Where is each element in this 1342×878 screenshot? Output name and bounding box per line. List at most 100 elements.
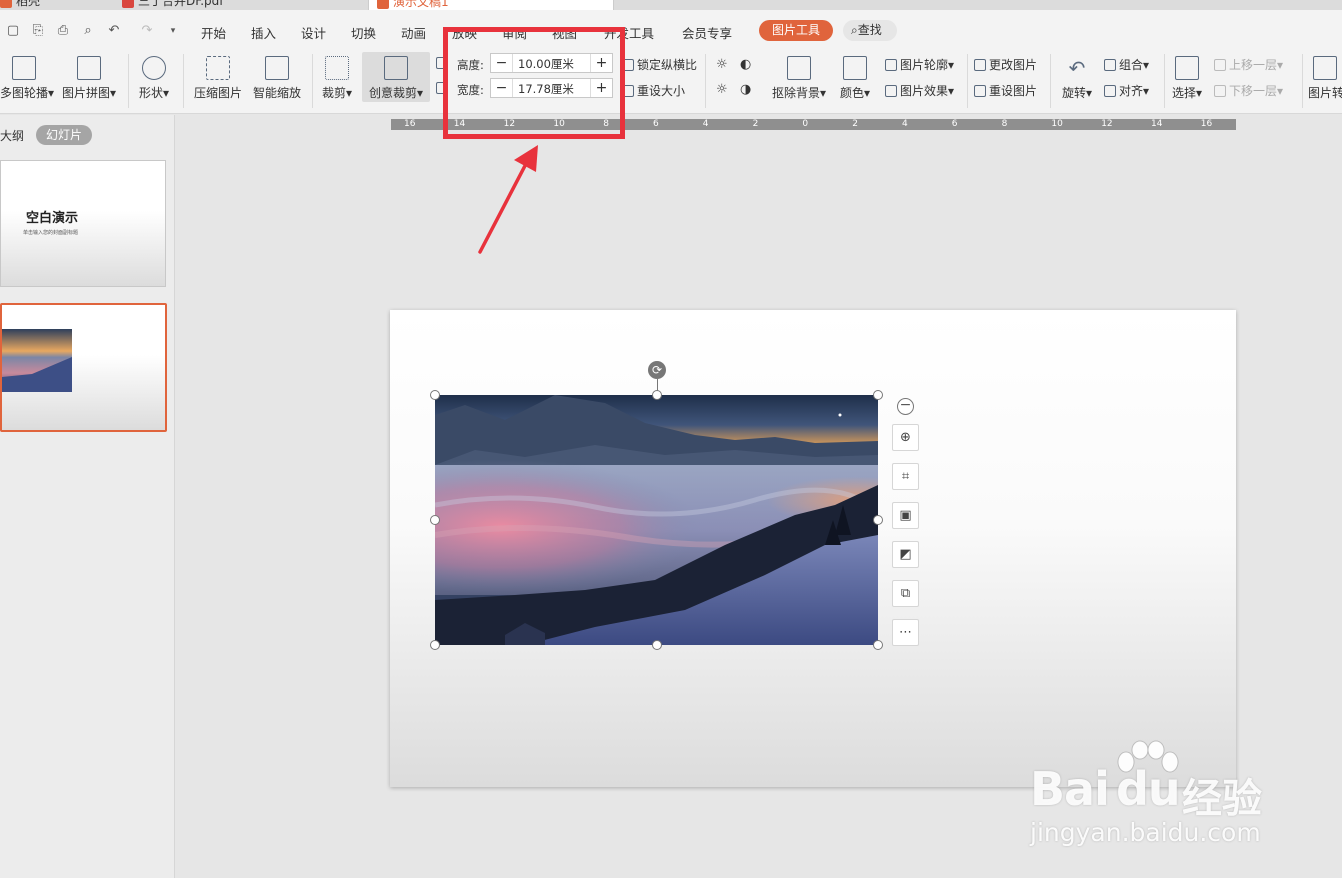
image-collage-button[interactable]: 图片拼图▾ [60,56,118,101]
creative-crop-button[interactable]: 创意裁剪▾ [362,52,430,102]
reset-size-button[interactable]: 重设大小 [622,82,685,99]
ruler-label: 4 [702,119,709,129]
slide1-title: 空白演示 [26,211,79,226]
ribbon-separator [705,54,706,108]
reset-picture-icon [974,85,986,97]
resize-handle-bottom[interactable] [652,640,662,650]
redo-icon[interactable]: ↷ [140,24,154,38]
bring-forward-button[interactable]: 上移一层▾ [1214,56,1283,73]
tab-presentation[interactable]: 演示文稿1 [368,0,614,10]
ribbon-separator [967,54,968,108]
ruler-label: 0 [802,119,809,129]
change-picture-button[interactable]: 更改图片 [974,56,1037,73]
tab-picture-tools[interactable]: 图片工具 [759,20,833,41]
send-backward-icon [1214,85,1226,97]
color-button[interactable]: 颜色▾ [836,56,874,101]
undo-icon[interactable]: ↶ [107,24,121,38]
picture-replace-icon[interactable]: ⧉ [892,580,919,607]
shape-icon [142,56,166,80]
collage-icon [77,56,101,80]
search-icon: ⌕ [851,23,858,37]
picture-tools-ribbon: 多图轮播▾ 图片拼图▾ 形状▾ 压缩图片 智能缩放 裁剪▾ 创意裁剪▾ 高度: … [0,50,1342,114]
outline-tab[interactable]: 大纲 [0,127,24,144]
picture-edit-icon[interactable]: ◩ [892,541,919,568]
tab-pdf-file[interactable]: 三丁合并DF.pdf [122,0,224,10]
picture-outline-button[interactable]: 图片轮廓▾ [885,56,954,73]
rotate-icon: ↶ [1068,56,1086,80]
ruler-label: 12 [1101,119,1113,129]
ribbon-separator [1050,54,1051,108]
ruler-label: 2 [752,119,759,129]
annotation-highlight-box [443,27,625,139]
menu-design[interactable]: 设计 [301,23,326,42]
lock-aspect-ratio-checkbox[interactable]: 锁定纵横比 [622,56,697,73]
export-icon[interactable]: ⎘ [31,24,45,38]
annotation-arrow [478,145,538,254]
remove-background-button[interactable]: 抠除背景▾ [768,56,830,101]
menu-bar: ▢ ⎘ ⎙ ⌕ ↶ ↷ ▾ 开始 插入 设计 切换 动画 放映 审阅 视图 开发… [0,10,1342,50]
more-options-icon[interactable]: ⋯ [892,619,919,646]
image-carousel-button[interactable]: 多图轮播▾ [0,56,54,101]
slide-thumbnail-2[interactable] [0,303,167,432]
ribbon-separator [1164,54,1165,108]
zoom-in-icon[interactable]: ⊕ [892,424,919,451]
menu-transitions[interactable]: 切换 [351,23,376,42]
smart-zoom-button[interactable]: 智能缩放 [251,56,303,101]
group-button[interactable]: 组合▾ [1104,56,1149,73]
crop-button[interactable]: 裁剪▾ [318,56,356,101]
contrast-up-icon[interactable]: ◐ [740,57,751,72]
ribbon-separator [312,54,313,108]
watermark-brand-du: du [1116,762,1181,816]
slide-thumbnail-1[interactable]: 空白演示 单击输入您的封面副标题 [0,160,166,287]
effects-icon [885,85,897,97]
collapse-toolbar-icon[interactable]: − [897,398,914,415]
brightness-up-icon[interactable]: ☼ [716,57,728,72]
contrast-down-icon[interactable]: ◑ [740,82,751,97]
menu-animations[interactable]: 动画 [401,23,426,42]
menu-insert[interactable]: 插入 [251,23,276,42]
resize-handle-top-left[interactable] [430,390,440,400]
shape-button[interactable]: 形状▾ [136,56,172,101]
resize-handle-top-right[interactable] [873,390,883,400]
menu-home[interactable]: 开始 [201,23,226,42]
change-picture-icon [974,59,986,71]
selected-picture[interactable] [435,395,878,645]
picture-frame-icon[interactable]: ▣ [892,502,919,529]
tab-daoke[interactable]: 稻壳 [0,0,40,10]
image-convert-button[interactable]: 图片转 [1308,56,1342,101]
search-button[interactable]: ⌕查找 [843,20,897,41]
quick-access-dropdown-icon[interactable]: ▾ [166,24,180,38]
print-preview-icon[interactable]: ⌕ [81,24,95,38]
select-button[interactable]: 选择▾ [1168,56,1206,101]
send-backward-button[interactable]: 下移一层▾ [1214,82,1283,99]
ruler-label: 4 [902,119,908,129]
resize-handle-bottom-right[interactable] [873,640,883,650]
ribbon-separator [128,54,129,108]
crop-icon [325,56,349,80]
compress-icon [206,56,230,80]
rotate-handle-icon[interactable]: ⟳ [648,361,666,379]
select-icon [1175,56,1199,80]
resize-handle-top[interactable] [652,390,662,400]
brightness-down-icon[interactable]: ☼ [716,82,728,97]
resize-handle-left[interactable] [430,515,440,525]
resize-handle-right[interactable] [873,515,883,525]
save-icon[interactable]: ▢ [6,24,20,38]
slide1-subtitle: 单击输入您的封面副标题 [23,230,79,236]
crop-icon[interactable]: ⌗ [892,463,919,490]
compress-image-button[interactable]: 压缩图片 [192,56,244,101]
menu-membership[interactable]: 会员专享 [682,23,732,42]
ruler-label: 8 [1001,119,1008,129]
outline-icon [885,59,897,71]
rotate-button[interactable]: ↶ 旋转▾ [1058,56,1096,101]
print-icon[interactable]: ⎙ [56,24,70,38]
slides-tab[interactable]: 幻灯片 [36,125,92,145]
group-icon [1104,59,1116,71]
ruler-label: 6 [653,119,659,129]
watermark-url: jingyan.baidu.com [1030,818,1261,847]
resize-handle-bottom-left[interactable] [430,640,440,650]
picture-effects-button[interactable]: 图片效果▾ [885,82,954,99]
watermark-cn: 经验 [1182,776,1262,822]
reset-picture-button[interactable]: 重设图片 [974,82,1037,99]
align-button[interactable]: 对齐▾ [1104,82,1149,99]
